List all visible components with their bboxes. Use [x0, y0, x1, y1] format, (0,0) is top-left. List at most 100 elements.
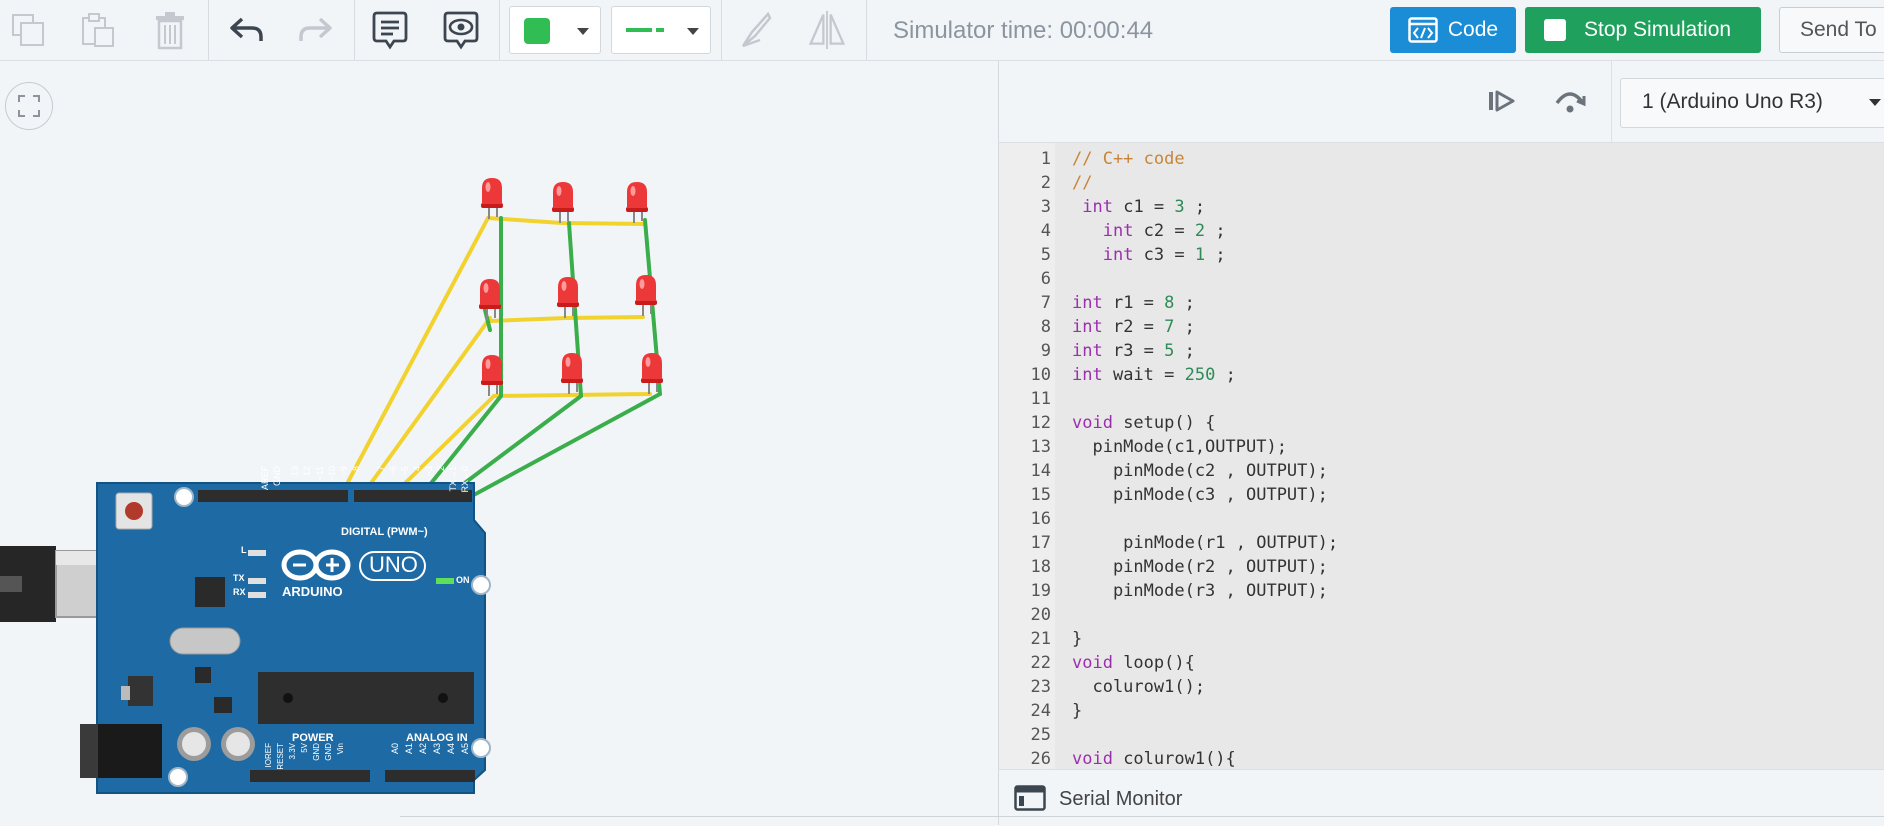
code-line[interactable]: 12 void setup() {: [999, 411, 1884, 435]
line-number: 7: [1040, 293, 1051, 313]
code-line[interactable]: 15 pinMode(c3 , OUTPUT);: [999, 483, 1884, 507]
code-line[interactable]: 24}: [999, 699, 1884, 723]
wire-style-picker[interactable]: [611, 6, 711, 54]
annotate-icon[interactable]: [736, 10, 776, 50]
bottom-divider: [400, 816, 1884, 817]
code-line[interactable]: 5 int c3 = 1 ;: [999, 243, 1884, 267]
pin-label: GND: [324, 743, 333, 761]
paste-icon[interactable]: [78, 10, 118, 50]
line-number: 12: [1030, 413, 1051, 433]
line-number: 20: [1030, 605, 1051, 625]
led[interactable]: [479, 279, 501, 320]
line-number: 25: [1030, 725, 1051, 745]
code-text: pinMode(r2 , OUTPUT);: [1072, 557, 1328, 577]
code-line[interactable]: 16: [999, 507, 1884, 531]
pin-label: IOREF: [264, 743, 273, 768]
code-text: int c2 = 2 ;: [1102, 221, 1226, 241]
code-line[interactable]: 20: [999, 603, 1884, 627]
code-line[interactable]: 17 pinMode(r1 , OUTPUT);: [999, 531, 1884, 555]
board-brand-label: ARDUINO: [282, 584, 343, 599]
serial-monitor-bar[interactable]: Serial Monitor: [999, 769, 1884, 826]
line-number: 6: [1040, 269, 1051, 289]
arduino-board[interactable]: [80, 482, 491, 794]
code-button[interactable]: Code: [1390, 7, 1516, 53]
code-text: }: [1072, 629, 1083, 649]
pin-label: 8: [351, 466, 361, 472]
line-number: 8: [1040, 317, 1051, 337]
code-text: //: [1072, 173, 1093, 193]
pin-label: A4: [446, 743, 456, 755]
rx-led-label: RX: [233, 587, 246, 597]
code-line[interactable]: 13 pinMode(c1,OUTPUT);: [999, 435, 1884, 459]
code-line[interactable]: 4 int c2 = 2 ;: [999, 219, 1884, 243]
pin-label: Vin: [336, 743, 345, 755]
code-text: int r1 = 8 ;: [1072, 293, 1195, 313]
view-icon[interactable]: [441, 10, 481, 50]
wire-yellow-row2[interactable]: [488, 315, 645, 323]
stop-simulation-label: Stop Simulation: [1584, 18, 1732, 41]
circuit: [0, 178, 663, 794]
stop-icon: [1544, 19, 1566, 41]
step-over-icon[interactable]: [1553, 87, 1587, 120]
pin-label: A2: [418, 743, 428, 755]
code-text: pinMode(r3 , OUTPUT);: [1072, 581, 1328, 601]
code-icon: [1408, 17, 1438, 43]
line-number: 23: [1030, 677, 1051, 697]
pin-label: A1: [404, 743, 414, 755]
color-picker[interactable]: [509, 6, 601, 54]
code-line[interactable]: 21}: [999, 627, 1884, 651]
code-line[interactable]: 19 pinMode(r3 , OUTPUT);: [999, 579, 1884, 603]
code-line[interactable]: 18 pinMode(r2 , OUTPUT);: [999, 555, 1884, 579]
code-line[interactable]: 23 colurow1();: [999, 675, 1884, 699]
wire-yellow-1[interactable]: [338, 216, 490, 499]
wire-yellow-row3[interactable]: [492, 392, 652, 398]
stop-simulation-button[interactable]: Stop Simulation: [1525, 7, 1761, 53]
led[interactable]: [481, 178, 503, 219]
step-icon[interactable]: [1487, 89, 1517, 118]
led[interactable]: [626, 182, 648, 223]
send-to-button[interactable]: Send To: [1779, 7, 1884, 53]
code-line[interactable]: 2 //: [999, 171, 1884, 195]
led[interactable]: [552, 182, 574, 223]
delete-icon[interactable]: [150, 10, 190, 50]
code-line[interactable]: 3 int c1 = 3 ;: [999, 195, 1884, 219]
pin-label: A3: [432, 743, 442, 755]
code-line[interactable]: 14 pinMode(c2 , OUTPUT);: [999, 459, 1884, 483]
code-line[interactable]: 7 int r1 = 8 ;: [999, 291, 1884, 315]
pin-label: 7: [376, 466, 386, 472]
code-text: }: [1072, 701, 1083, 721]
code-text: colurow1();: [1072, 677, 1206, 697]
pin-label: 2: [436, 466, 446, 472]
code-editor[interactable]: 1 // C++ code 2//3 int c1 = 3 ; 4 int c2 = …: [999, 143, 1884, 769]
line-number: 19: [1030, 581, 1051, 601]
code-line[interactable]: 25: [999, 723, 1884, 747]
pin-label: TX→1: [448, 466, 458, 492]
reset-button[interactable]: [125, 502, 143, 520]
code-line[interactable]: 9 int r3 = 5 ;: [999, 339, 1884, 363]
wire-green-2[interactable]: [444, 221, 584, 499]
code-line[interactable]: 1 // C++ code: [999, 147, 1884, 171]
pin-label: ~9: [339, 466, 349, 477]
code-line[interactable]: 26 void colurow1(){: [999, 747, 1884, 769]
code-panel: 1 (Arduino Uno R3) 1 // C++ code 2//3 int …: [998, 61, 1884, 826]
code-line[interactable]: 8 int r2 = 7 ;: [999, 315, 1884, 339]
code-line[interactable]: 6: [999, 267, 1884, 291]
device-select[interactable]: 1 (Arduino Uno R3): [1620, 78, 1884, 128]
flip-icon[interactable]: [807, 10, 847, 50]
code-text: void setup() {: [1072, 413, 1216, 433]
line-number: 15: [1030, 485, 1051, 505]
code-line[interactable]: 11: [999, 387, 1884, 411]
circuit-canvas[interactable]: UNO ARDUINO DIGITAL (PWM~) POWER ANALOG …: [0, 61, 998, 825]
pin-label: GND: [312, 743, 321, 761]
code-text: void loop(){: [1072, 653, 1195, 673]
copy-icon[interactable]: [8, 10, 48, 50]
code-line[interactable]: 10 int wait = 250 ;: [999, 363, 1884, 387]
line-number: 24: [1030, 701, 1051, 721]
code-text: // C++ code: [1072, 149, 1185, 169]
code-line[interactable]: 22 void loop(){: [999, 651, 1884, 675]
undo-icon[interactable]: [226, 10, 266, 50]
redo-icon[interactable]: [296, 10, 336, 50]
wire-yellow-row1[interactable]: [486, 216, 645, 226]
line-number: 1: [1040, 149, 1051, 169]
notes-icon[interactable]: [370, 10, 410, 50]
